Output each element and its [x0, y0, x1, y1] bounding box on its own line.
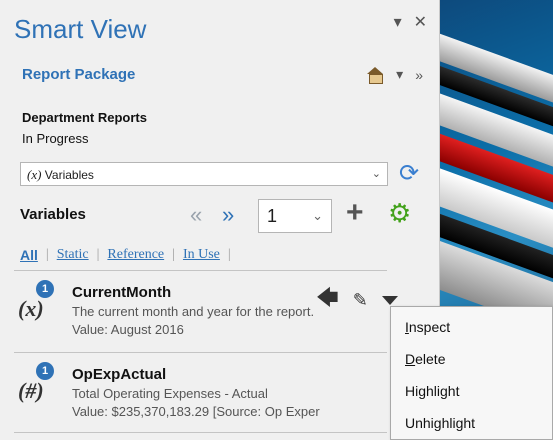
menu-item-highlight[interactable]: Highlight — [405, 383, 459, 399]
variable-hash-icon: (#) — [18, 378, 44, 403]
filter-separator: | — [172, 247, 175, 262]
variables-dropdown-value: Variables — [44, 168, 94, 182]
pane-title-buttons: ▾ ✕ — [394, 12, 427, 32]
refresh-icon[interactable]: ⟳ — [396, 162, 422, 188]
page-number: 1 — [267, 206, 278, 226]
menu-item-label: nspect — [408, 319, 451, 335]
filter-separator: | — [45, 247, 49, 262]
filter-in-use[interactable]: In Use — [183, 247, 220, 263]
chevron-down-icon: ⌄ — [371, 168, 381, 180]
variable-value: Value: $235,370,183.29 [Source: Op Exper — [72, 404, 320, 419]
variable-count-badge: 1 — [36, 362, 54, 380]
filter-static[interactable]: Static — [57, 247, 89, 263]
report-package-row: Report Package ▾ » — [22, 66, 423, 90]
double-chevron-right-icon[interactable]: » — [415, 67, 423, 83]
variable-name: CurrentMonth — [72, 284, 172, 301]
variables-heading: Variables — [20, 206, 86, 223]
filter-separator: | — [96, 247, 100, 262]
gear-icon[interactable]: ⚙ — [388, 199, 411, 227]
department-status: In Progress — [22, 131, 89, 146]
variable-row-tools: 🡄 ✎ — [316, 281, 398, 319]
department-title: Department Reports — [22, 110, 147, 125]
filter-all[interactable]: All — [20, 247, 38, 263]
variable-value: Value: August 2016 — [72, 322, 184, 337]
divider — [14, 352, 387, 353]
context-menu: Inspect Delete Highlight Unhighlight — [390, 306, 553, 440]
next-page-icon[interactable]: » — [222, 202, 234, 228]
dropdown-arrow-icon[interactable] — [381, 295, 398, 305]
pane-title: Smart View — [14, 14, 147, 44]
smart-view-pane: Smart View ▾ ✕ Report Package ▾ » Depart… — [0, 0, 440, 440]
close-icon[interactable]: ✕ — [414, 12, 427, 32]
menu-item-delete[interactable]: Delete — [405, 351, 445, 367]
arrow-left-icon[interactable]: 🡄 — [316, 281, 339, 319]
variable-x-icon: (x) — [27, 167, 42, 182]
page-select[interactable]: 1 ⌄ — [258, 199, 332, 233]
variable-description: Total Operating Expenses - Actual — [72, 386, 268, 401]
variable-x-icon: (x) — [18, 296, 44, 321]
report-package-link[interactable]: Report Package — [22, 66, 135, 83]
variable-description: The current month and year for the repor… — [72, 304, 315, 319]
pane-options-icon[interactable]: ▾ — [394, 12, 402, 32]
menu-item-label: Highlight — [405, 383, 460, 399]
divider — [14, 270, 387, 271]
previous-page-icon[interactable]: « — [190, 202, 202, 228]
menu-item-label: elete — [415, 351, 446, 367]
menu-item-unhighlight[interactable]: Unhighlight — [405, 415, 475, 431]
menu-item-accelerator: D — [405, 351, 416, 367]
variable-name: OpExpActual — [72, 366, 167, 383]
variable-count-badge: 1 — [36, 280, 54, 298]
filter-separator: | — [227, 247, 231, 262]
chevron-down-icon[interactable]: ▾ — [396, 66, 403, 83]
home-icon[interactable] — [366, 66, 384, 84]
divider — [14, 432, 387, 433]
chevron-down-icon: ⌄ — [312, 208, 323, 223]
variables-dropdown[interactable]: (x) Variables ⌄ — [20, 162, 388, 186]
pencil-icon[interactable]: ✎ — [353, 290, 368, 311]
filter-reference[interactable]: Reference — [107, 247, 164, 263]
variable-filters: All | Static | Reference | In Use | — [20, 247, 239, 263]
add-variable-icon[interactable]: + — [346, 198, 364, 228]
menu-item-label: Unhighlight — [405, 415, 476, 431]
menu-item-inspect[interactable]: Inspect — [405, 319, 450, 335]
